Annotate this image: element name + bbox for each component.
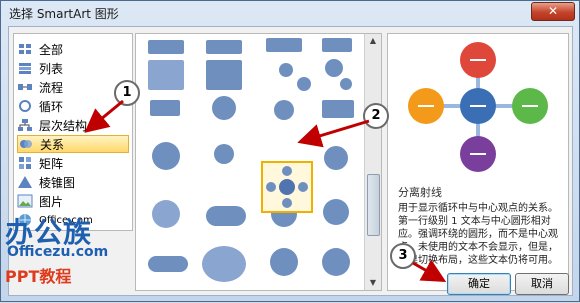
category-pyramid[interactable]: 棱锥图 bbox=[17, 173, 129, 191]
annotation-badge: 2 bbox=[363, 103, 389, 129]
category-label: 棱锥图 bbox=[39, 175, 76, 190]
category-matrix[interactable]: 矩阵 bbox=[17, 154, 129, 172]
category-label: 全部 bbox=[39, 42, 64, 57]
watermark-site: Officezu.com bbox=[7, 244, 109, 260]
category-relationship[interactable]: 关系 bbox=[17, 135, 129, 153]
gallery-scrollbar[interactable]: ▲ ▼ bbox=[364, 34, 381, 290]
picture-icon bbox=[17, 194, 33, 208]
category-hierarchy[interactable]: 层次结构 bbox=[17, 116, 129, 134]
category-label: 流程 bbox=[39, 80, 64, 95]
list-icon bbox=[17, 61, 33, 75]
layout-gallery: ▲ ▼ bbox=[135, 33, 382, 291]
cycle-icon bbox=[17, 99, 33, 113]
ok-button[interactable]: 确定 bbox=[447, 273, 511, 295]
relationship-icon bbox=[18, 137, 34, 151]
category-process[interactable]: 流程 bbox=[17, 78, 129, 96]
diverging-radial-icon bbox=[266, 166, 308, 208]
category-label: 循环 bbox=[39, 99, 64, 114]
close-button[interactable]: ✕ bbox=[531, 2, 575, 21]
category-list: 全部 列表 流程 循环 层次结构 关系 矩阵 棱锥图 图片 Office.com bbox=[13, 33, 133, 231]
smartart-dialog: 选择 SmartArt 图形 ✕ 全部 列表 流程 循环 层次结构 关系 矩阵 … bbox=[0, 0, 580, 302]
layout-thumbnails bbox=[148, 38, 354, 282]
diverging-radial-preview bbox=[408, 42, 548, 172]
category-cycle[interactable]: 循环 bbox=[17, 97, 129, 115]
category-label: 层次结构 bbox=[39, 118, 88, 133]
title-bar: 选择 SmartArt 图形 ✕ bbox=[1, 1, 579, 25]
process-icon bbox=[17, 80, 33, 94]
category-label: 列表 bbox=[39, 61, 64, 76]
category-label: 矩阵 bbox=[39, 156, 64, 171]
category-label: 关系 bbox=[40, 137, 65, 152]
matrix-icon bbox=[17, 156, 33, 170]
preview-title: 分离射线 bbox=[398, 186, 442, 199]
grid-icon bbox=[17, 42, 33, 56]
scroll-thumb[interactable] bbox=[367, 174, 380, 236]
hierarchy-icon bbox=[17, 118, 33, 132]
layout-diverging-radial[interactable] bbox=[261, 161, 313, 213]
category-list-item[interactable]: 列表 bbox=[17, 59, 129, 77]
watermark-subtitle: PPT教程 bbox=[5, 267, 72, 286]
scroll-down-icon[interactable]: ▼ bbox=[365, 276, 381, 290]
annotation-badge: 3 bbox=[390, 243, 416, 269]
scroll-up-icon[interactable]: ▲ bbox=[365, 34, 381, 48]
category-all[interactable]: 全部 bbox=[17, 40, 129, 58]
window-title: 选择 SmartArt 图形 bbox=[9, 7, 119, 21]
category-label: 图片 bbox=[39, 194, 64, 209]
annotation-badge: 1 bbox=[114, 80, 140, 106]
preview-description: 用于显示循环中与中心观点的关系。第一行级别 1 文本与中心圆形相对应。强调环绕的… bbox=[398, 203, 558, 266]
pyramid-icon bbox=[17, 175, 33, 189]
category-picture[interactable]: 图片 bbox=[17, 192, 129, 210]
cancel-button[interactable]: 取消 bbox=[515, 273, 569, 295]
